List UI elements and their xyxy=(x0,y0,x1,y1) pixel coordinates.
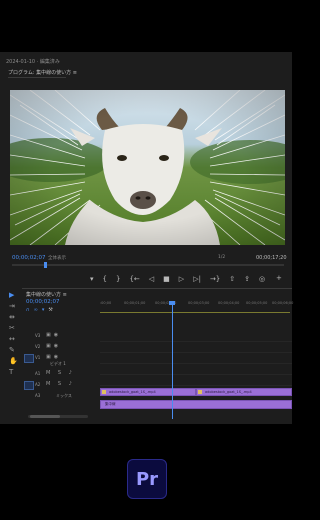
track-label: V2 xyxy=(35,344,41,349)
premiere-pro-logo: Pr xyxy=(127,459,167,499)
extract-icon[interactable]: ⇪ xyxy=(244,275,250,283)
track-header-a1[interactable]: A1 M S ♪ xyxy=(22,369,98,379)
in-point-icon[interactable]: { xyxy=(103,275,107,283)
snap-icon[interactable]: ∩ xyxy=(26,307,30,314)
track-lane[interactable] xyxy=(100,375,292,386)
go-to-in-icon[interactable]: {← xyxy=(129,275,139,283)
track-header-v1[interactable]: V1 ▣◉ ビデオ 1 xyxy=(22,353,98,367)
go-to-out-icon[interactable]: →} xyxy=(210,275,220,283)
ruler-label: 00;00;03;00 xyxy=(188,301,210,305)
track-label: A3 xyxy=(35,393,41,398)
source-patch-v1[interactable] xyxy=(24,354,34,363)
track-label: A1 xyxy=(35,371,41,376)
track-select-tool-icon[interactable]: ⇥ xyxy=(9,303,16,310)
clip-name: 集中線 xyxy=(105,402,116,406)
timeline-options: ∩ ∞ ▾ ⚒ xyxy=(26,307,53,314)
ruler-label: :00;00 xyxy=(100,301,112,305)
track-lane[interactable] xyxy=(100,364,292,375)
track-lane[interactable] xyxy=(100,331,292,342)
button-editor-icon[interactable]: + xyxy=(276,274,282,282)
track-name: ミックス xyxy=(56,393,72,398)
track-label: V3 xyxy=(35,333,41,338)
video-clip[interactable]: adobestock_goat_1S_.mp4 xyxy=(196,388,292,396)
transport-controls: ▾ {} {← ◁ ■ ▷ ▷| →} ⇧ ⇪ ◎ xyxy=(90,274,280,284)
zoom-scroll-handle[interactable] xyxy=(30,415,60,418)
ripple-edit-tool-icon[interactable]: ⇹ xyxy=(9,314,16,321)
program-monitor-viewer[interactable] xyxy=(10,90,285,245)
ruler-label: 00;00;06;00 xyxy=(272,301,294,305)
tab-underline xyxy=(8,77,66,78)
track-header-a2[interactable]: A2 M S ♪ xyxy=(22,380,98,390)
step-back-icon[interactable]: ◁ xyxy=(149,275,154,283)
ruler-label: 00;00;01;00 xyxy=(124,301,146,305)
export-frame-icon[interactable]: ◎ xyxy=(259,275,265,283)
play-icon[interactable]: ▷ xyxy=(179,275,184,283)
time-ruler[interactable]: :00;00 00;00;01;00 00;00;02;00 00;00;03;… xyxy=(100,301,294,309)
program-monitor-tab[interactable]: プログラム: 集中線の使い方 ≡ xyxy=(8,69,77,76)
wrench-icon[interactable]: ⚒ xyxy=(48,307,52,314)
ruler-label: 00;00;04;00 xyxy=(218,301,240,305)
track-toggle-icons[interactable]: M S ♪ xyxy=(46,381,75,387)
clip-name: adobestock_goat_1S_.mp4 xyxy=(205,390,252,394)
adjustment-clip[interactable]: 集中線 xyxy=(100,400,292,409)
pen-tool-icon[interactable]: ✎ xyxy=(9,347,16,354)
selection-tool-icon[interactable]: ▶ xyxy=(9,292,16,299)
razor-tool-icon[interactable]: ✂ xyxy=(9,325,16,332)
slip-tool-icon[interactable]: ↔ xyxy=(9,336,16,343)
timeline-panel: 集中線の使い方 ≡ 00;00;02;07 ∩ ∞ ▾ ⚒ :00;00 00;… xyxy=(22,288,294,424)
video-clip[interactable]: adobestock_goat_1S_.mp4 xyxy=(100,388,196,396)
step-forward-icon[interactable]: ▷| xyxy=(193,275,201,283)
track-label: V1 xyxy=(35,355,41,360)
track-header-v3[interactable]: V3 ▣◉ xyxy=(22,331,98,341)
hand-tool-icon[interactable]: ✋ xyxy=(9,358,18,365)
linked-selection-icon[interactable]: ∞ xyxy=(34,307,38,314)
source-patch-a2[interactable] xyxy=(24,381,34,390)
out-point-icon[interactable]: } xyxy=(116,275,120,283)
fx-badge-icon xyxy=(198,390,202,394)
track-label: A2 xyxy=(35,382,41,387)
work-area-bar[interactable] xyxy=(100,312,290,313)
add-marker-icon[interactable]: ▾ xyxy=(42,307,45,314)
resolution-dropdown[interactable]: 1/2 xyxy=(218,255,225,260)
track-header-mix[interactable]: A3 ミックス xyxy=(22,391,98,401)
track-toggle-icons[interactable]: ▣◉ xyxy=(46,332,61,338)
track-lane[interactable] xyxy=(100,353,292,364)
program-timecode[interactable]: 00;00;02;07 xyxy=(12,255,46,261)
track-header-v2[interactable]: V2 ▣◉ xyxy=(22,342,98,352)
track-lane[interactable] xyxy=(100,342,292,353)
timeline-timecode[interactable]: 00;00;02;07 xyxy=(26,299,60,305)
timeline-tab[interactable]: 集中線の使い方 ≡ xyxy=(26,291,67,298)
goat-video-frame xyxy=(10,90,285,245)
track-toggle-icons[interactable]: ▣◉ xyxy=(46,354,61,360)
program-playhead[interactable] xyxy=(44,262,47,268)
premiere-window: 2024-01-10 · 編集済み プログラム: 集中線の使い方 ≡ 00;00… xyxy=(0,52,294,424)
ruler-label: 00;00;05;00 xyxy=(246,301,268,305)
track-name: ビデオ 1 xyxy=(50,361,66,366)
lift-icon[interactable]: ⇧ xyxy=(229,275,235,283)
tools-panel: ▶ ⇥ ⇹ ✂ ↔ ✎ ✋ T xyxy=(9,292,19,402)
fx-badge-icon xyxy=(102,390,106,394)
type-tool-icon[interactable]: T xyxy=(9,369,16,376)
clip-name: adobestock_goat_1S_.mp4 xyxy=(109,390,156,394)
program-scrub-bar[interactable] xyxy=(12,264,284,266)
timeline-playhead[interactable] xyxy=(172,303,173,419)
fit-dropdown[interactable]: 全体表示 xyxy=(48,255,66,261)
track-toggle-icons[interactable]: M S ♪ xyxy=(46,370,75,376)
window-title: 2024-01-10 · 編集済み xyxy=(6,59,60,65)
marker-icon[interactable]: ▾ xyxy=(90,275,94,283)
logo-text: Pr xyxy=(135,469,159,490)
stop-icon[interactable]: ■ xyxy=(163,275,170,283)
track-toggle-icons[interactable]: ▣◉ xyxy=(46,343,61,349)
duration-timecode: 00;00;17;20 xyxy=(256,255,287,261)
